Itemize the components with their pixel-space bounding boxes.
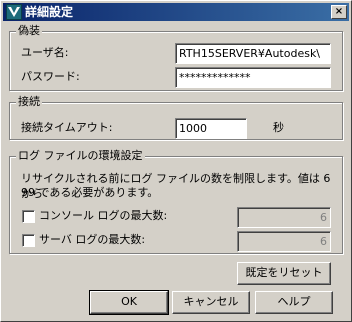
window-title: 詳細設定 (25, 5, 74, 19)
reset-defaults-button[interactable]: 既定をリセット (237, 262, 331, 285)
advanced-settings-dialog: 詳細設定 × 偽装 ユーザ名: RTH15SERVER¥Autodesk\ パス… (0, 0, 352, 322)
timeout-unit: 秒 (273, 121, 284, 134)
ok-button[interactable]: OK (89, 290, 169, 315)
log-settings-group-label: ログ ファイルの環境設定 (16, 149, 145, 163)
console-log-count-field[interactable]: 6 (237, 207, 331, 228)
title-bar[interactable]: 詳細設定 × (3, 3, 349, 21)
console-log-label: コンソール ログの最大数: (39, 209, 168, 222)
impersonation-group-label: 偽装 (16, 24, 42, 38)
username-label: ユーザ名: (21, 46, 69, 59)
timeout-label: 接続タイムアウト: (21, 121, 113, 134)
timeout-field[interactable]: 1000 (175, 118, 247, 139)
server-log-count-field[interactable]: 6 (237, 231, 331, 252)
connection-group-label: 接続 (16, 95, 42, 109)
username-field[interactable]: RTH15SERVER¥Autodesk\ (175, 43, 331, 64)
cancel-button[interactable]: キャンセル (172, 291, 250, 314)
server-log-checkbox[interactable] (22, 234, 35, 247)
server-log-label: サーバ ログの最大数: (39, 233, 146, 246)
log-description-line2: 99 である必要があります。 (21, 186, 159, 199)
console-log-checkbox[interactable] (22, 210, 35, 223)
close-icon: × (334, 6, 344, 17)
close-button[interactable]: × (331, 5, 347, 19)
help-button[interactable]: ヘルプ (255, 291, 333, 314)
password-field[interactable]: ************* (175, 67, 331, 88)
app-logo-icon (6, 4, 22, 20)
password-label: パスワード: (21, 70, 80, 83)
